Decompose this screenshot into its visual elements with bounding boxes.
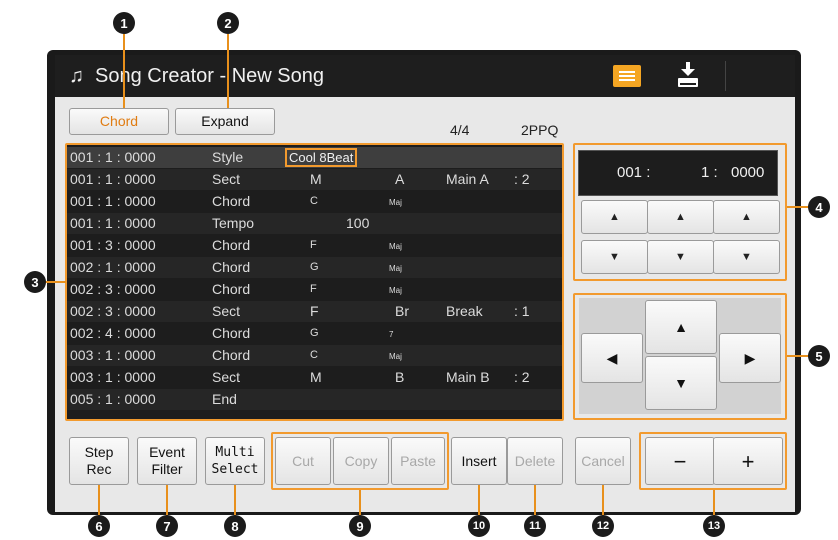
list-view-icon[interactable] <box>613 65 641 87</box>
leader-line <box>359 490 361 517</box>
leader-line <box>787 206 809 208</box>
expand-button[interactable]: Expand <box>175 108 275 135</box>
step-rec-line2: Rec <box>86 461 112 477</box>
callout-2: 2 <box>217 12 239 34</box>
resolution: 2PPQ <box>521 122 559 138</box>
edit-group-highlight <box>271 432 449 490</box>
leader-line <box>98 485 100 517</box>
step-rec-button[interactable]: Step Rec <box>69 437 129 485</box>
window-title: Song Creator - New Song <box>95 65 325 87</box>
title-separator <box>725 61 726 91</box>
leader-line <box>713 490 715 517</box>
event-filter-line2: Filter <box>151 461 183 477</box>
leader-line <box>44 281 66 283</box>
callout-6: 6 <box>88 515 110 537</box>
callout-3: 3 <box>24 271 46 293</box>
multi-select-button[interactable]: Multi Select <box>205 437 265 485</box>
cursor-highlight <box>573 293 787 420</box>
leader-line <box>227 34 229 108</box>
callout-12: 12 <box>592 515 614 537</box>
leader-line <box>787 355 809 357</box>
leader-line <box>166 485 168 517</box>
event-filter-line1: Event <box>149 444 185 460</box>
leader-line <box>534 485 536 517</box>
leader-line <box>234 485 236 517</box>
inc-dec-highlight <box>639 432 787 490</box>
cancel-button[interactable]: Cancel <box>575 437 631 485</box>
leader-line <box>123 34 125 108</box>
callout-1: 1 <box>113 12 135 34</box>
callout-9: 9 <box>349 515 371 537</box>
chord-button-label: Chord <box>99 113 139 129</box>
title-bar: ♫ Song Creator - New Song <box>55 55 795 97</box>
callout-13: 13 <box>703 515 725 537</box>
insert-button[interactable]: Insert <box>451 437 507 485</box>
callout-4: 4 <box>808 196 830 218</box>
position-highlight <box>573 143 787 281</box>
multi-select-line2: Select <box>211 462 259 477</box>
callout-7: 7 <box>156 515 178 537</box>
save-download-icon[interactable] <box>675 61 701 91</box>
music-note-icon: ♫ <box>69 65 84 87</box>
callout-11: 11 <box>524 515 546 537</box>
callout-8: 8 <box>224 515 246 537</box>
cancel-label: Cancel <box>581 452 625 469</box>
callout-10: 10 <box>468 515 490 537</box>
leader-line <box>602 485 604 517</box>
time-signature: 4/4 <box>450 122 470 138</box>
delete-label: Delete <box>514 452 556 469</box>
leader-line <box>478 485 480 517</box>
event-list-highlight <box>65 143 564 421</box>
chord-button[interactable]: Chord <box>69 108 169 135</box>
event-filter-button[interactable]: Event Filter <box>137 437 197 485</box>
step-rec-line1: Step <box>84 444 114 460</box>
multi-select-line1: Multi <box>215 445 255 460</box>
insert-label: Insert <box>461 452 497 469</box>
callout-5: 5 <box>808 345 830 367</box>
expand-button-label: Expand <box>201 113 249 129</box>
delete-button[interactable]: Delete <box>507 437 563 485</box>
